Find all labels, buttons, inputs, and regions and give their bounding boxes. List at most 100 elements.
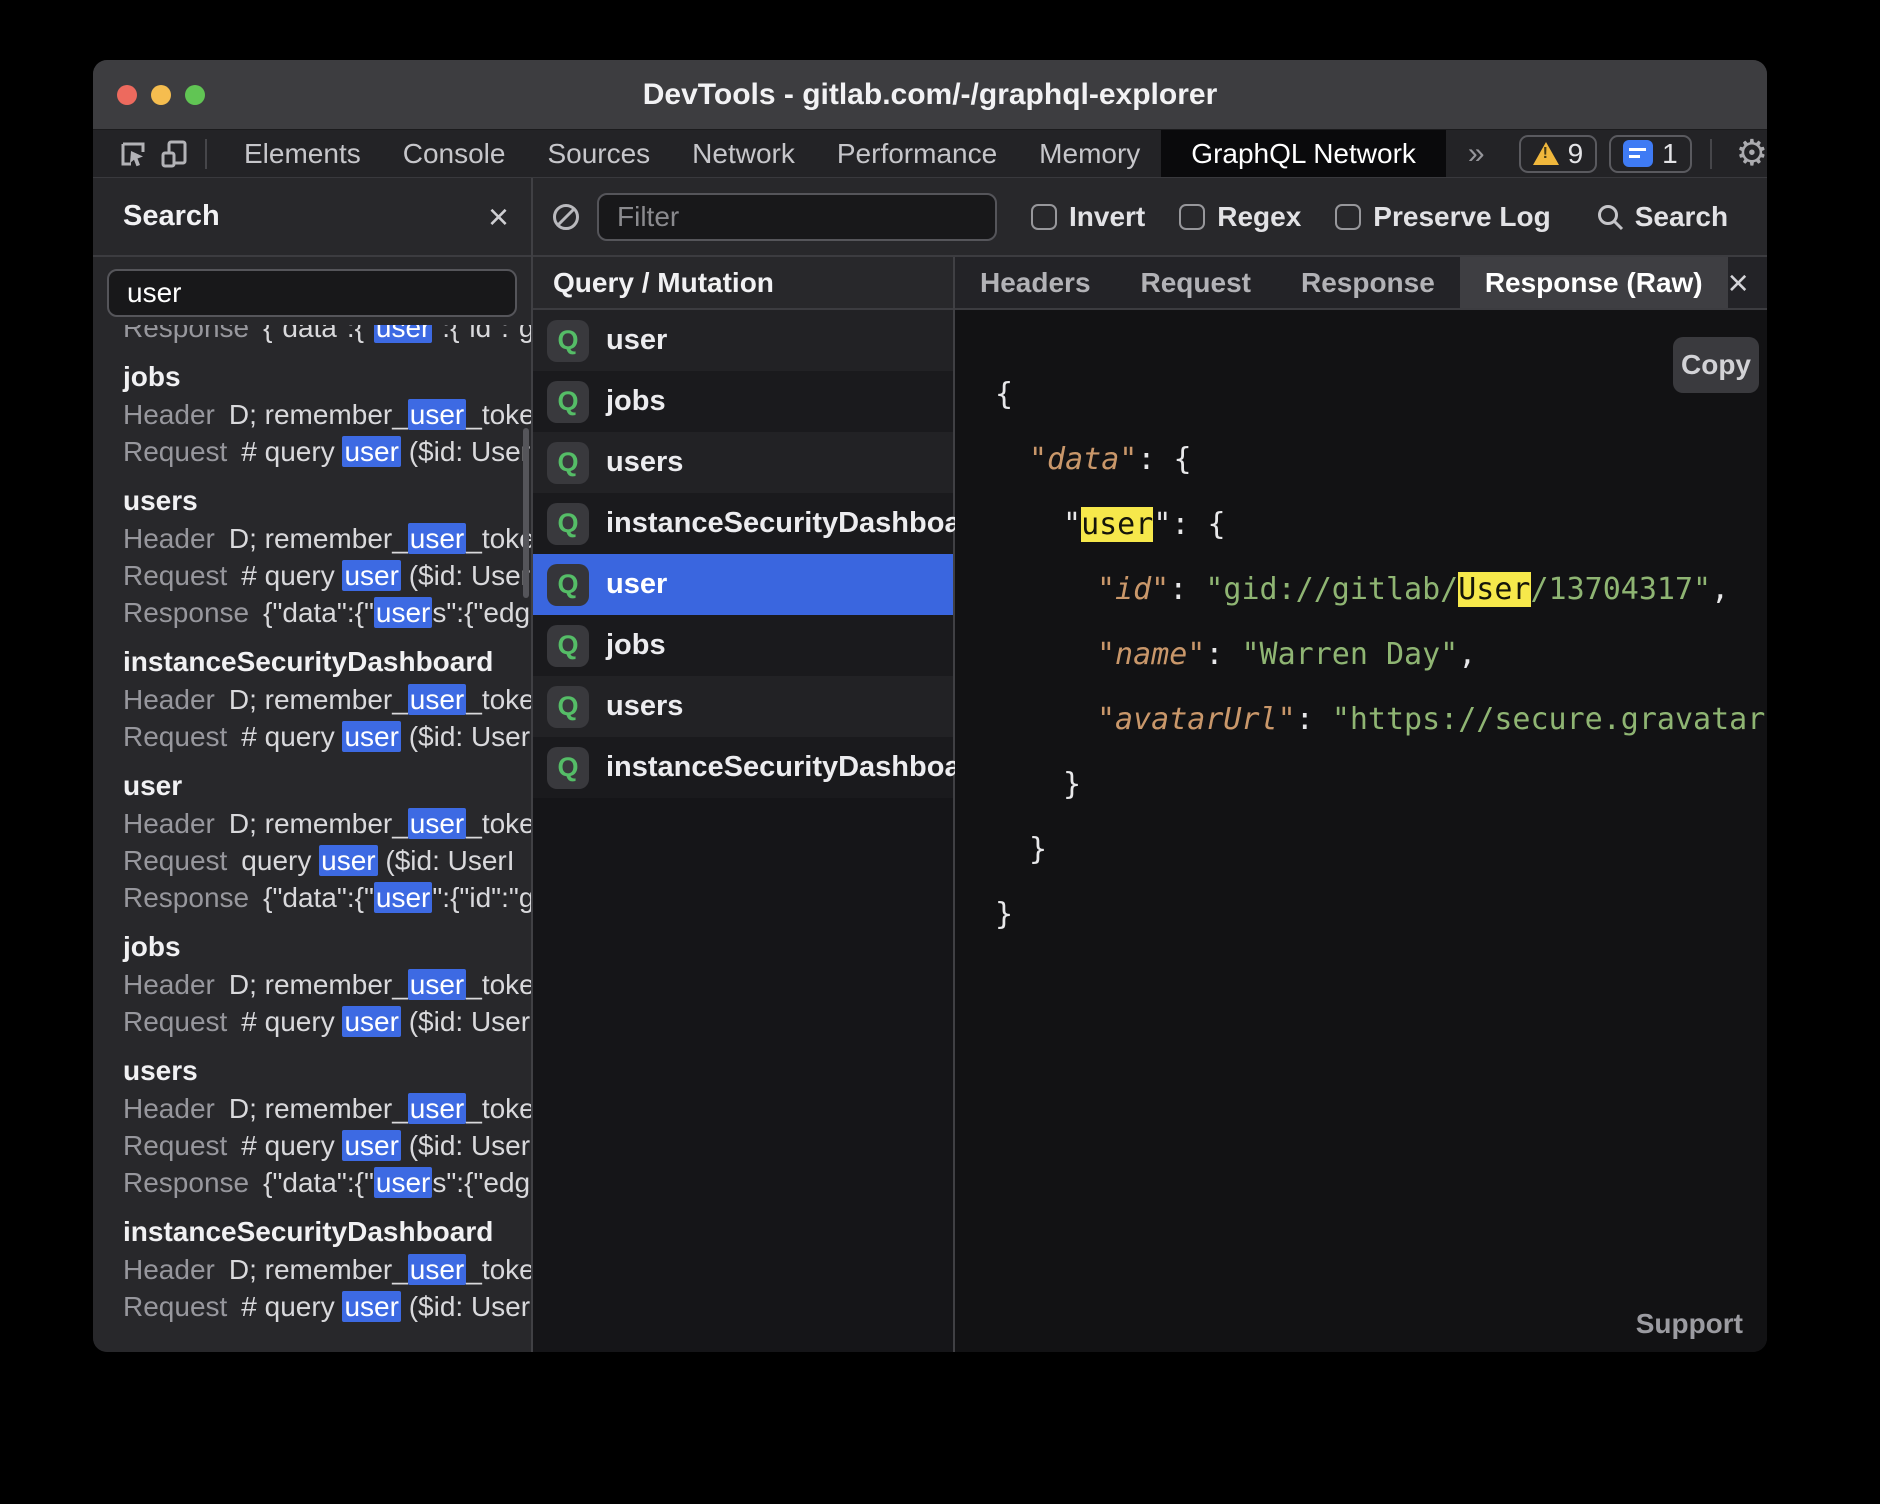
tab-elements[interactable]: Elements (223, 130, 382, 177)
toolbar-search-button[interactable]: Search (1595, 201, 1728, 233)
search-result-line[interactable]: Requestquery user ($id: UserI (123, 842, 531, 879)
settings-gear-icon[interactable]: ⚙ (1736, 133, 1767, 174)
search-result-line[interactable]: HeaderD; remember_user_token=e (123, 520, 531, 557)
result-line-label: Header (123, 1254, 215, 1285)
search-result-line[interactable]: Request# query user ($id: UserI (123, 1003, 531, 1040)
json-token: : { (1137, 442, 1191, 477)
result-group-title[interactable]: jobs (123, 358, 531, 396)
query-item-instancesecuritydashboard[interactable]: QinstanceSecurityDashboard (533, 737, 953, 798)
search-scrollbar-thumb[interactable] (523, 428, 529, 598)
search-match-highlight: user (374, 325, 432, 343)
query-item-label: jobs (606, 385, 666, 418)
tab-sources[interactable]: Sources (526, 130, 671, 177)
query-item-users[interactable]: Qusers (533, 432, 953, 493)
search-result-line[interactable]: HeaderD; remember_user_token=e (123, 1090, 531, 1127)
search-result-line[interactable]: HeaderD; remember_user_token=e (123, 681, 531, 718)
device-toolbar-icon[interactable] (161, 140, 189, 168)
search-result-line[interactable]: Response{"data":{"user":{"id":"gid (123, 879, 531, 916)
result-group-title[interactable]: user (123, 767, 531, 805)
search-panel-close-icon[interactable]: × (488, 199, 509, 235)
tab-memory[interactable]: Memory (1018, 130, 1161, 177)
checkbox-box[interactable] (1179, 204, 1205, 230)
query-type-badge: Q (547, 625, 589, 667)
detail-close-icon[interactable]: × (1728, 257, 1749, 308)
clear-log-icon[interactable] (551, 202, 581, 232)
result-group-title[interactable]: instanceSecurityDashboard (123, 1213, 531, 1251)
main-content: Search × Response{"data":{"user":{"id":"… (93, 178, 1767, 1352)
search-result-line[interactable]: Response{"data":{"users":{"edges (123, 594, 531, 631)
search-result-line[interactable]: HeaderD; remember_user_token=e (123, 805, 531, 842)
search-icon (1595, 202, 1625, 232)
search-result-line[interactable]: Response{"data":{"users":{"edges (123, 1164, 531, 1201)
detail-tab-request[interactable]: Request (1116, 257, 1276, 308)
checkbox-preserve-log[interactable]: Preserve Log (1335, 201, 1550, 233)
inspect-element-icon[interactable] (119, 140, 147, 168)
text-run: _token=e (466, 1254, 531, 1285)
text-run: _token=e (466, 969, 531, 1000)
detail-tab-response[interactable]: Response (1276, 257, 1460, 308)
search-result-line[interactable]: Request# query user ($id: UserI (123, 1288, 531, 1325)
query-item-user[interactable]: Quser (533, 554, 953, 615)
result-line-value: # query user ($id: UserI (241, 1291, 531, 1322)
filter-options: Invert Regex Preserve Log (997, 201, 1551, 233)
search-result-line[interactable]: HeaderD; remember_user_token=e (123, 396, 531, 433)
detail-panel: HeadersRequestResponseResponse (Raw) × C… (955, 257, 1767, 1352)
query-item-jobs[interactable]: Qjobs (533, 371, 953, 432)
result-group-title[interactable]: jobs (123, 928, 531, 966)
detail-tab-response-raw[interactable]: Response (Raw) (1460, 257, 1728, 308)
search-input[interactable] (107, 269, 517, 317)
json-token: "https://secure.gravatar.com/avatar (1332, 702, 1767, 737)
result-line-label: Header (123, 399, 215, 430)
checkbox-box[interactable] (1335, 204, 1361, 230)
search-result-group-instancesecuritydashboard: instanceSecurityDashboardHeaderD; rememb… (123, 643, 531, 755)
checkbox-regex[interactable]: Regex (1179, 201, 1301, 233)
query-list: QuserQjobsQusersQinstanceSecurityDashboa… (533, 310, 953, 798)
json-token: } (1029, 832, 1047, 867)
checkbox-box[interactable] (1031, 204, 1057, 230)
more-tabs-button[interactable]: » (1446, 130, 1507, 177)
search-result-line[interactable]: HeaderD; remember_user_token=e (123, 1251, 531, 1288)
result-group-title[interactable]: users (123, 1052, 531, 1090)
result-group-title[interactable]: instanceSecurityDashboard (123, 643, 531, 681)
tab-console[interactable]: Console (382, 130, 527, 177)
devtools-tab-bar: ElementsConsoleSourcesNetworkPerformance… (93, 130, 1767, 178)
result-line-value: {"data":{"user":{"id":"gid (263, 325, 531, 343)
query-item-jobs[interactable]: Qjobs (533, 615, 953, 676)
query-type-badge: Q (547, 564, 589, 606)
warnings-badge[interactable]: 9 (1519, 135, 1598, 173)
result-line-value: {"data":{"user":{"id":"gid (263, 882, 531, 913)
search-result-line[interactable]: Request# query user ($id: UserI (123, 718, 531, 755)
json-token: : (1169, 572, 1205, 607)
search-result-line[interactable]: Request# query user ($id: UserI (123, 557, 531, 594)
search-match-highlight: user (408, 399, 466, 430)
search-panel-header: Search × (93, 178, 531, 257)
search-match-highlight: user (342, 1130, 400, 1161)
search-results-list: Response{"data":{"user":{"id":"gidjobsHe… (93, 325, 531, 1352)
query-item-users[interactable]: Qusers (533, 676, 953, 737)
result-line-value: D; remember_user_token=e (229, 523, 531, 554)
search-result-line[interactable]: Request# query user ($id: UserI (123, 433, 531, 470)
tab-graphql-network[interactable]: GraphQL Network (1161, 130, 1446, 177)
filter-input[interactable] (597, 193, 997, 241)
result-line-label: Header (123, 808, 215, 839)
result-line-label: Request (123, 1130, 227, 1161)
checkbox-invert[interactable]: Invert (1031, 201, 1145, 233)
support-link[interactable]: Support (1636, 1308, 1743, 1340)
tab-performance[interactable]: Performance (816, 130, 1018, 177)
panel-tabs: ElementsConsoleSourcesNetworkPerformance… (223, 130, 1446, 177)
copy-button[interactable]: Copy (1673, 337, 1759, 393)
query-item-user[interactable]: Quser (533, 310, 953, 371)
search-match-highlight: user (342, 1291, 400, 1322)
tab-network[interactable]: Network (671, 130, 816, 177)
search-result-line[interactable]: HeaderD; remember_user_token=e (123, 966, 531, 1003)
search-result-line[interactable]: Response{"data":{"user":{"id":"gid (123, 325, 531, 346)
json-token: } (995, 897, 1013, 932)
result-group-title[interactable]: users (123, 482, 531, 520)
query-item-instancesecuritydashboard[interactable]: QinstanceSecurityDashboard (533, 493, 953, 554)
result-line-value: # query user ($id: UserI (241, 436, 531, 467)
search-result-group-users: usersHeaderD; remember_user_token=eReque… (123, 482, 531, 631)
search-result-line[interactable]: Request# query user ($id: UserI (123, 1127, 531, 1164)
detail-tab-headers[interactable]: Headers (955, 257, 1116, 308)
text-run: # query (241, 1291, 342, 1322)
issues-badge[interactable]: 1 (1609, 135, 1692, 173)
